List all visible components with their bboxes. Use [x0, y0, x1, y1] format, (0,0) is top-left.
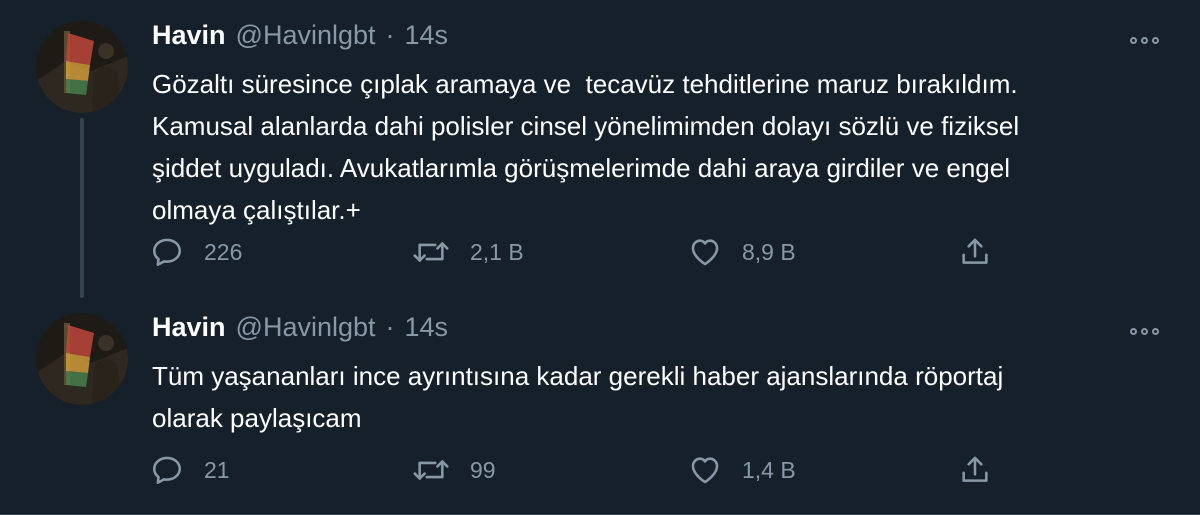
retweet-count: 2,1 B	[470, 238, 524, 265]
avatar-photo	[36, 21, 128, 113]
timestamp[interactable]: 14s	[405, 20, 449, 51]
tweet-header: Havin @Havinlgbt · 14s	[152, 312, 448, 352]
avatar[interactable]	[36, 21, 128, 113]
retweet-button[interactable]: 99	[412, 450, 496, 490]
like-count: 8,9 B	[742, 238, 796, 265]
separator-dot: ·	[385, 312, 395, 342]
timestamp[interactable]: 14s	[405, 312, 449, 343]
heart-icon	[691, 239, 719, 266]
like-count: 1,4 B	[742, 456, 796, 483]
retweet-button[interactable]: 2,1 B	[412, 232, 524, 272]
retweet-icon	[413, 242, 449, 262]
heart-icon	[691, 457, 719, 484]
reply-icon	[152, 238, 182, 267]
author-name[interactable]: Havin	[152, 312, 226, 343]
retweet-icon	[413, 460, 449, 480]
author-handle[interactable]: @Havinlgbt	[236, 20, 376, 51]
tweet-text: Tüm yaşananları ince ayrıntısına kadar g…	[152, 361, 1004, 433]
more-options-icon[interactable]	[1130, 33, 1162, 47]
tweet-actions: 226 2,1 B 8,9 B	[150, 232, 1010, 272]
share-button[interactable]	[958, 232, 992, 272]
share-button[interactable]	[958, 450, 992, 490]
thread-line	[80, 118, 84, 298]
separator-dot: ·	[385, 20, 395, 50]
reply-button[interactable]: 21	[150, 450, 230, 490]
share-icon	[962, 456, 988, 482]
reply-count: 226	[204, 238, 243, 265]
more-options-icon[interactable]	[1130, 324, 1162, 338]
reply-button[interactable]: 226	[150, 232, 242, 272]
avatar-photo	[36, 313, 128, 405]
reply-count: 21	[204, 456, 230, 483]
like-button[interactable]: 8,9 B	[688, 232, 796, 272]
tweet-actions: 21 99 1,4 B	[150, 450, 1010, 490]
tweet-header: Havin @Havinlgbt · 14s	[152, 20, 448, 60]
avatar[interactable]	[36, 313, 128, 405]
like-button[interactable]: 1,4 B	[688, 450, 796, 490]
tweet[interactable]: Havin @Havinlgbt · 14s Tüm yaşananları i…	[0, 300, 1200, 513]
reply-icon	[152, 456, 182, 485]
tweet[interactable]: Havin @Havinlgbt · 14s Gözaltı süresince…	[0, 0, 1200, 300]
tweet-text: Gözaltı süresince çıplak aramaya ve teca…	[152, 69, 1020, 225]
author-handle[interactable]: @Havinlgbt	[236, 312, 376, 343]
author-name[interactable]: Havin	[152, 20, 226, 51]
retweet-count: 99	[470, 456, 496, 483]
share-icon	[962, 238, 988, 264]
